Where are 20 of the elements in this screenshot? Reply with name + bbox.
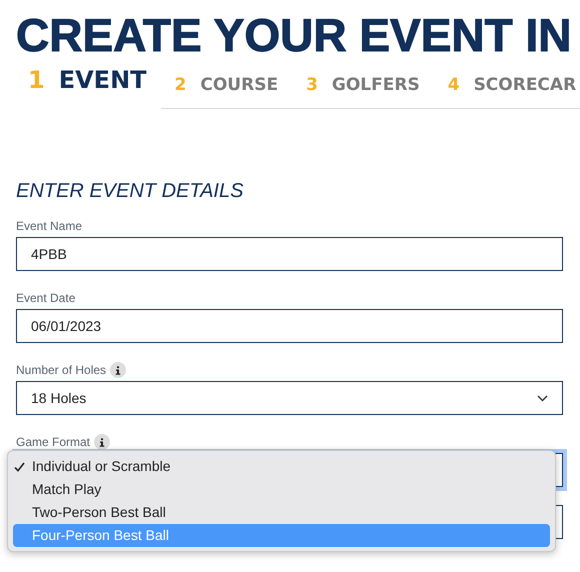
step-tab[interactable]: 4 SCORECAR bbox=[434, 72, 580, 109]
dropdown-option[interactable]: Two-Person Best Ball bbox=[13, 501, 550, 524]
info-icon[interactable] bbox=[110, 362, 126, 378]
field-label: Event Date bbox=[16, 290, 76, 307]
dropdown-option[interactable]: Individual or Scramble bbox=[13, 455, 550, 478]
select-field[interactable]: 18 Holes bbox=[16, 381, 563, 415]
page-heading: CREATE YOUR EVENT IN bbox=[16, 8, 572, 58]
text-field[interactable]: 4PBB bbox=[16, 237, 563, 271]
text-field[interactable]: 06/01/2023 bbox=[16, 309, 563, 343]
chevron-icon bbox=[537, 394, 548, 402]
field-label: Event Name bbox=[16, 218, 82, 235]
step-tab[interactable]: 3 GOLFERS bbox=[292, 72, 434, 109]
step-tab[interactable]: 1 EVENT bbox=[16, 62, 161, 109]
dropdown-option[interactable]: Match Play bbox=[13, 478, 550, 501]
info-icon[interactable] bbox=[94, 434, 110, 450]
section-title: ENTER EVENT DETAILS bbox=[16, 179, 244, 203]
field-label: Game Format bbox=[16, 434, 90, 451]
check-icon bbox=[14, 462, 25, 472]
field-label: Number of Holes bbox=[16, 362, 106, 379]
step-tab[interactable]: 2 COURSE bbox=[160, 72, 292, 109]
